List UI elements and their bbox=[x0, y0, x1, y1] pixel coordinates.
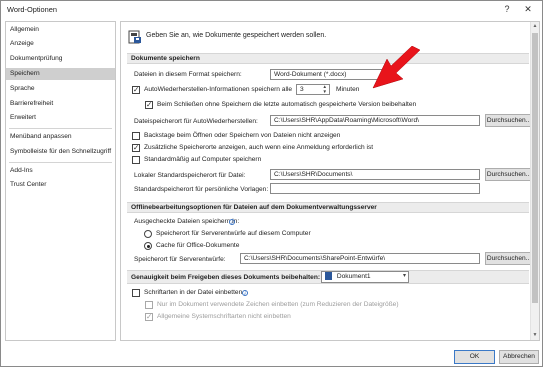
fidelity-document-select[interactable]: Dokument1 ▾ bbox=[321, 271, 409, 283]
sidebar-item-dokumentpruefung[interactable]: Dokumentprüfung bbox=[6, 53, 115, 65]
sidebar-divider bbox=[9, 128, 112, 129]
save-settings-icon bbox=[128, 30, 142, 44]
personal-templates-input[interactable] bbox=[270, 183, 480, 194]
fidelity-label: Genauigkeit beim Freigeben dieses Dokume… bbox=[131, 274, 321, 281]
only-used-chars-label: Nur im Dokument verwendete Zeichen einbe… bbox=[157, 301, 399, 308]
office-cache-radio[interactable] bbox=[144, 242, 152, 250]
sidebar-item-add-ins[interactable]: Add-Ins bbox=[6, 165, 115, 177]
section-save-documents: Dokumente speichern bbox=[127, 53, 529, 64]
sidebar-item-schnellzugriff[interactable]: Symbolleiste für den Schnellzugriff bbox=[6, 146, 115, 158]
word-document-icon bbox=[325, 272, 332, 281]
window-title: Word-Optionen bbox=[7, 5, 57, 14]
chevron-down-icon: ▾ bbox=[402, 273, 406, 279]
cancel-button[interactable]: Abbrechen bbox=[499, 350, 539, 364]
sidebar-item-anzeige[interactable]: Anzeige bbox=[6, 38, 115, 50]
keep-last-autosaved-label: Beim Schließen ohne Speichern die letzte… bbox=[157, 101, 417, 108]
ok-button[interactable]: OK bbox=[454, 350, 495, 364]
autorecover-path-label: Dateispeicherort für AutoWiederherstelle… bbox=[134, 118, 258, 125]
close-button[interactable]: ✕ bbox=[521, 3, 535, 16]
no-system-fonts-label: Allgemeine Systemschriftarten nicht einb… bbox=[157, 313, 291, 320]
personal-templates-label: Standardspeicherort für persönliche Vorl… bbox=[134, 186, 269, 193]
office-cache-label: Cache für Office-Dokumente bbox=[156, 242, 240, 249]
page-header: Geben Sie an, wie Dokumente gespeichert … bbox=[146, 32, 327, 39]
sidebar-item-barrierefreiheit[interactable]: Barrierefreiheit bbox=[6, 98, 115, 110]
scroll-down-icon[interactable]: ▼ bbox=[531, 331, 539, 340]
local-default-input[interactable]: C:\Users\SHR\Documents\ bbox=[270, 169, 480, 180]
info-icon: i bbox=[229, 219, 235, 225]
autorecover-label: AutoWiederherstellen-Informationen speic… bbox=[144, 86, 293, 93]
keep-last-autosaved-checkbox[interactable] bbox=[145, 100, 153, 109]
default-computer-label: Standardmäßig auf Computer speichern bbox=[144, 156, 262, 163]
server-drafts-path-label: Speicherort für Serverentwürfe: bbox=[134, 256, 226, 263]
minutes-label: Minuten bbox=[336, 86, 360, 93]
browse-local-default-button[interactable]: Durchsuchen... bbox=[485, 168, 533, 181]
autorecover-minutes-spinner[interactable]: 3 ▲ ▼ bbox=[296, 84, 330, 95]
backstage-label: Backstage beim Öffnen oder Speichern von… bbox=[144, 132, 341, 139]
fidelity-document-value: Dokument1 bbox=[336, 273, 371, 280]
default-computer-checkbox[interactable] bbox=[132, 156, 140, 164]
embed-fonts-checkbox[interactable] bbox=[132, 289, 140, 297]
sidebar-item-trust-center[interactable]: Trust Center bbox=[6, 179, 115, 191]
red-arrow-annotation bbox=[372, 46, 421, 89]
sidebar-item-allgemein[interactable]: Allgemein bbox=[6, 24, 115, 36]
sidebar-item-menueband-anpassen[interactable]: Menüband anpassen bbox=[6, 131, 115, 143]
scrollbar-thumb[interactable] bbox=[532, 33, 538, 303]
checked-out-label: Ausgecheckte Dateien speichern in: bbox=[134, 218, 240, 225]
browse-server-drafts-button[interactable]: Durchsuchen... bbox=[485, 252, 533, 265]
info-icon: i bbox=[242, 290, 248, 296]
server-drafts-path-input[interactable]: C:\Users\SHR\Documents\SharePoint-Entwür… bbox=[240, 253, 480, 264]
section-offline-editing: Offlinebearbeitungsoptionen für Dateien … bbox=[127, 202, 529, 213]
autorecover-checkbox[interactable] bbox=[132, 85, 140, 94]
server-drafts-label: Speicherort für Serverentwürfe auf diese… bbox=[156, 230, 311, 237]
only-used-chars-checkbox[interactable] bbox=[145, 301, 153, 309]
browse-autorecover-button[interactable]: Durchsuchen... bbox=[485, 114, 533, 127]
sidebar: Allgemein Anzeige Dokumentprüfung Speich… bbox=[5, 21, 116, 341]
spinner-arrows-icon[interactable]: ▲ ▼ bbox=[323, 85, 327, 94]
sidebar-item-speichern[interactable]: Speichern bbox=[6, 68, 115, 80]
local-default-label: Lokaler Standardspeicherort für Datei: bbox=[134, 172, 246, 179]
sidebar-item-sprache[interactable]: Sprache bbox=[6, 83, 115, 95]
format-value: Word-Dokument (*.docx) bbox=[274, 71, 347, 78]
no-system-fonts-checkbox[interactable] bbox=[145, 312, 153, 321]
help-button[interactable]: ? bbox=[500, 3, 514, 16]
additional-locations-label: Zusätzliche Speicherorte anzeigen, auch … bbox=[144, 144, 374, 151]
title-bar: Word-Optionen ? ✕ bbox=[1, 1, 542, 19]
additional-locations-checkbox[interactable] bbox=[132, 143, 140, 152]
autorecover-path-input[interactable]: C:\Users\SHR\AppData\Roaming\Microsoft\W… bbox=[270, 115, 480, 126]
sidebar-item-erweitert[interactable]: Erweitert bbox=[6, 112, 115, 124]
main-panel: Geben Sie an, wie Dokumente gespeichert … bbox=[120, 21, 540, 341]
format-label: Dateien in diesem Format speichern: bbox=[134, 71, 242, 78]
embed-fonts-label: Schriftarten in der Datei einbetten bbox=[144, 289, 243, 296]
main-scrollbar[interactable]: ▲ ▼ bbox=[530, 22, 539, 340]
backstage-checkbox[interactable] bbox=[132, 132, 140, 140]
sidebar-divider bbox=[9, 162, 112, 163]
scroll-up-icon[interactable]: ▲ bbox=[531, 22, 539, 31]
server-drafts-radio[interactable] bbox=[144, 230, 152, 238]
word-options-dialog: Word-Optionen ? ✕ Allgemein Anzeige Doku… bbox=[0, 0, 543, 367]
autorecover-minutes-value: 3 bbox=[300, 86, 304, 93]
